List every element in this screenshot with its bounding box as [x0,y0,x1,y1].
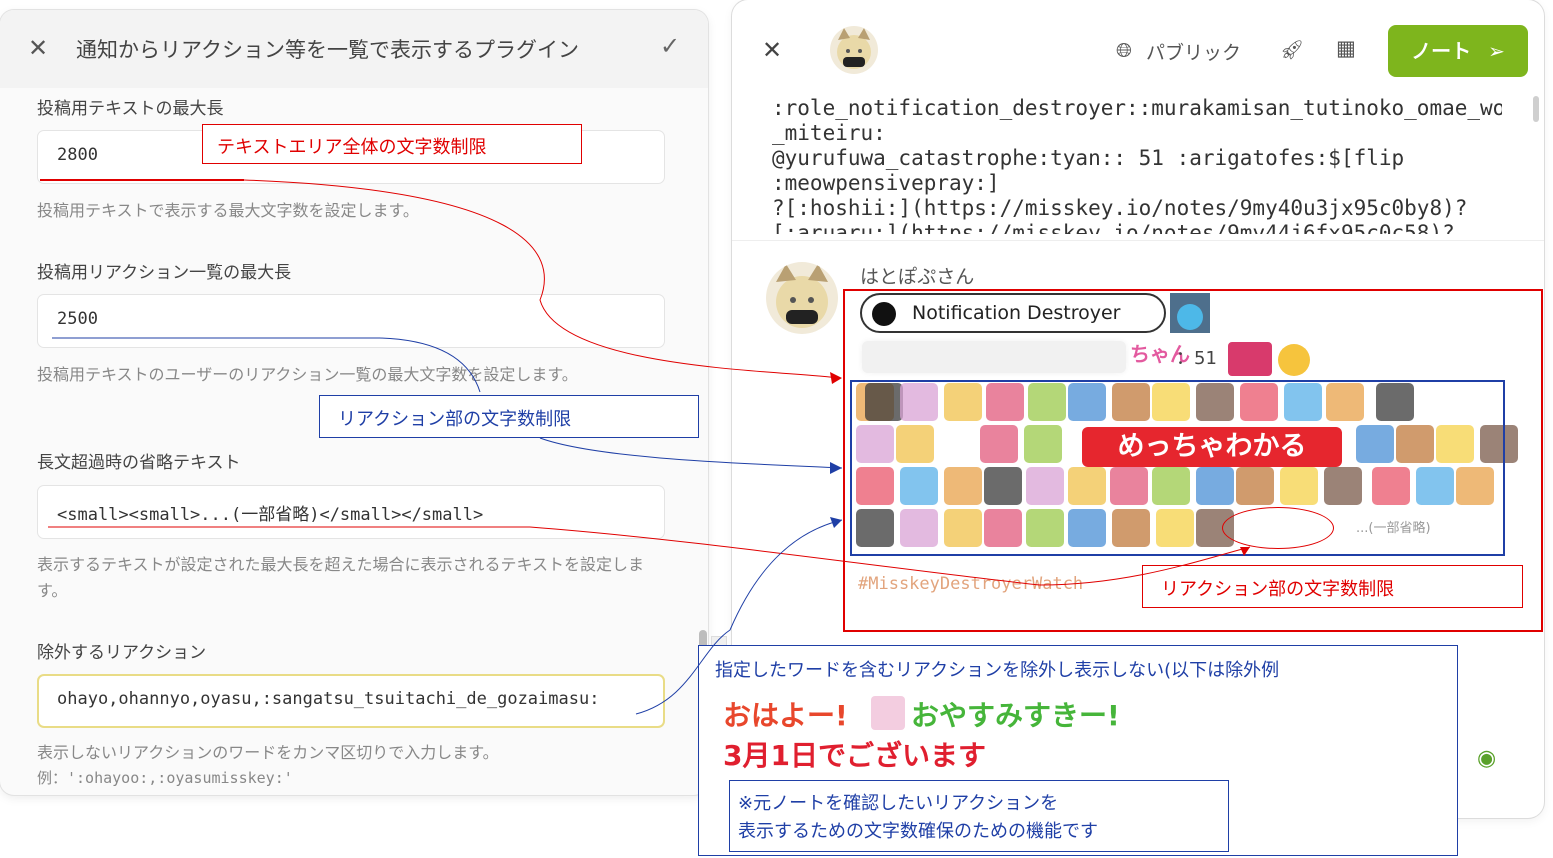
textarea-limit-callout: テキストエリア全体の文字数制限 [202,124,582,164]
max-reaction-length-help: 投稿用テキストのユーザーのリアクション一覧の最大文字数を設定します。 [37,365,578,384]
purpose-note-line2: 表示するための文字数確保のための機能です [738,821,1098,842]
max-reaction-length-label: 投稿用リアクション一覧の最大長 [37,263,292,283]
text-line: :meowpensivepray:] [772,171,1000,195]
textarea-limit-text: テキストエリア全体の文字数制限 [217,137,487,158]
preview-avatar-icon [776,264,828,328]
max-text-length-help: 投稿用テキストで表示する最大文字数を設定します。 [37,201,419,220]
example-ohayo: おはよー! [723,699,848,732]
reaction-limit-blue-text: リアクション部の文字数制限 [338,409,572,430]
text-line: [:aruaru:](https://misskey.io/notes/9my4… [772,221,1455,234]
eye-icon[interactable]: ◉ [1477,746,1496,771]
exclude-reactions-value: ohayo,ohannyo,oyasu,:sangatsu_tsuitachi_… [57,689,600,709]
omission-text-help: 表示するテキストが設定された最大長を超えた場合に表示されるテキストを設定します。 [37,555,645,600]
purpose-note-line1: ※元ノートを確認したいリアクションを [738,793,1059,814]
avatar-cat-icon [837,28,871,69]
exclude-callout: 指定したワードを含むリアクションを除外し表示しない(以下は除外例 おはよー! お… [698,645,1458,856]
max-reaction-length-input[interactable]: 2500 [37,294,665,348]
text-line: ?[:hoshii:](https://misskey.io/notes/9my… [772,196,1468,220]
account-avatar[interactable] [830,26,878,74]
omitted-ellipse [1222,507,1334,549]
exclude-reactions-input[interactable]: ohayo,ohannyo,oyasu,:sangatsu_tsuitachi_… [37,674,665,728]
text-line: @yurufuwa_catastrophe:tyan:: 51 :arigato… [772,146,1405,170]
visibility-selector[interactable]: パブリック [1146,38,1241,65]
exclude-reactions-help: 表示しないリアクションのワードをカンマ区切りで入力します。 [37,743,499,762]
example-oyasumi: おやすみすきー! [911,699,1120,732]
max-text-length-label: 投稿用テキストの最大長 [37,99,224,119]
omission-text-input[interactable]: <small><small>...(一部省略)</small></small> [37,485,665,539]
exclude-reactions-example: 例：':ohayoo:,:oyasumisskey:' [37,769,293,787]
preview-username: はとぽぷさん [860,266,975,288]
dialog-header: ✕ 通知からリアクション等を一覧で表示するプラグイン ✓ [0,10,708,88]
reaction-limit-red-text: リアクション部の文字数制限 [1161,579,1395,600]
max-text-length-value: 2800 [57,145,98,165]
compose-close-icon[interactable]: ✕ [762,36,782,64]
globe-icon: 🌐︎ [1116,38,1132,62]
reaction-limit-blue-callout: リアクション部の文字数制限 [319,395,699,438]
omission-text-label: 長文超過時の省略テキスト [37,453,241,473]
rocket-icon[interactable]: 🚀︎ [1280,38,1304,61]
close-icon[interactable]: ✕ [28,34,48,62]
preview-divider [732,240,1544,241]
text-scrollbar[interactable] [1533,96,1539,122]
text-line: _miteiru: [772,121,886,145]
max-reaction-length-value: 2500 [57,309,98,329]
reaction-blue-frame [850,380,1505,556]
exclude-reactions-label: 除外するリアクション [37,643,207,663]
send-icon: ➢ [1488,39,1505,63]
text-line: :role_notification_destroyer::murakamisa… [772,96,1502,120]
example-sangatsu: 3月1日でございます [723,739,986,772]
note-submit-button[interactable]: ノート ➢ [1388,25,1528,77]
preview-avatar [766,262,838,334]
note-text-area[interactable]: :role_notification_destroyer::murakamisa… [772,96,1502,234]
omission-text-value: <small><small>...(一部省略)</small></small> [57,505,484,525]
dialog-title: 通知からリアクション等を一覧で表示するプラグイン [76,38,579,62]
reaction-limit-red-callout: リアクション部の文字数制限 [1142,565,1523,608]
example-sticker [871,696,905,730]
check-icon[interactable]: ✓ [660,32,680,60]
qr-icon[interactable]: ▦ [1336,36,1356,60]
note-button-label: ノート [1411,39,1472,63]
exclude-title: 指定したワードを含むリアクションを除外し表示しない(以下は除外例 [715,660,1280,681]
purpose-note: ※元ノートを確認したいリアクションを 表示するための文字数確保のための機能です [729,780,1229,852]
